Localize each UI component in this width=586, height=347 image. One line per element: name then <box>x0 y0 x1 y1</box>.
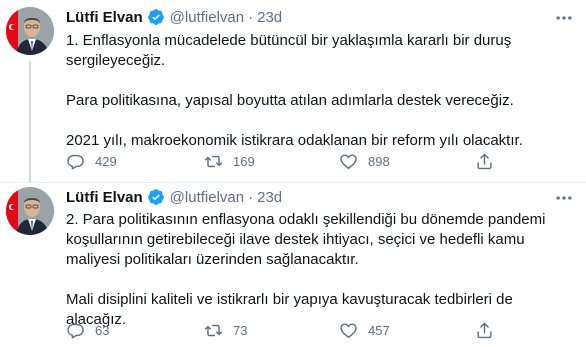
reply-count: 63 <box>95 322 110 338</box>
reply-button[interactable]: 429 <box>66 152 117 171</box>
tweet-paragraph: Para politikasına, yapısal boyutta atıla… <box>66 92 514 109</box>
retweet-icon <box>204 152 223 171</box>
separator-dot: · <box>248 188 254 206</box>
retweet-count: 169 <box>233 153 255 169</box>
like-count: 457 <box>368 322 390 338</box>
retweet-button[interactable]: 73 <box>204 321 247 340</box>
retweet-icon <box>204 321 223 340</box>
reply-button[interactable]: 63 <box>66 321 109 340</box>
like-button[interactable]: 898 <box>339 152 390 171</box>
avatar[interactable] <box>6 187 54 235</box>
retweet-count: 73 <box>233 322 248 338</box>
like-button[interactable]: 457 <box>339 321 390 340</box>
tweet[interactable]: Lütfi Elvan @lutfielvan · 23d 1. Enflasy… <box>0 0 586 182</box>
more-options-icon[interactable] <box>554 188 574 208</box>
reply-icon <box>66 152 85 171</box>
share-button[interactable] <box>475 152 494 171</box>
verified-badge-icon <box>147 8 165 26</box>
like-icon <box>339 321 358 340</box>
author-handle[interactable]: @lutfielvan <box>170 9 244 26</box>
tweet[interactable]: Lütfi Elvan @lutfielvan · 23d 2. Para po… <box>0 182 586 347</box>
separator-dot: · <box>248 8 254 26</box>
share-button[interactable] <box>475 321 494 340</box>
author-handle[interactable]: @lutfielvan <box>170 189 244 206</box>
timestamp[interactable]: 23d <box>257 189 282 206</box>
reply-icon <box>66 321 85 340</box>
tweet-paragraph: 2. Para politikasının enflasyona odaklı … <box>66 211 550 268</box>
avatar[interactable] <box>6 7 54 55</box>
share-icon <box>475 321 494 340</box>
author-name[interactable]: Lütfi Elvan <box>66 189 143 206</box>
tweet-header: Lütfi Elvan @lutfielvan · 23d <box>66 186 282 208</box>
retweet-button[interactable]: 169 <box>204 152 255 171</box>
tweet-actions: 429 169 898 <box>66 149 492 173</box>
more-options-icon[interactable] <box>554 8 574 28</box>
share-icon <box>475 152 494 171</box>
reply-count: 429 <box>95 153 117 169</box>
like-count: 898 <box>368 153 390 169</box>
thread-connector <box>29 61 31 182</box>
tweet-actions: 63 73 457 <box>66 318 492 342</box>
author-name[interactable]: Lütfi Elvan <box>66 9 143 26</box>
like-icon <box>339 152 358 171</box>
tweet-text: 2. Para politikasının enflasyona odaklı … <box>66 210 576 330</box>
verified-badge-icon <box>147 188 165 206</box>
tweet-paragraph: 2021 yılı, makroekonomik istikrara odakl… <box>66 132 523 149</box>
tweet-paragraph: 1. Enflasyonla mücadelede bütüncül bir y… <box>66 32 516 69</box>
timestamp[interactable]: 23d <box>257 9 282 26</box>
tweet-header: Lütfi Elvan @lutfielvan · 23d <box>66 6 282 28</box>
tweet-text: 1. Enflasyonla mücadelede bütüncül bir y… <box>66 31 576 151</box>
